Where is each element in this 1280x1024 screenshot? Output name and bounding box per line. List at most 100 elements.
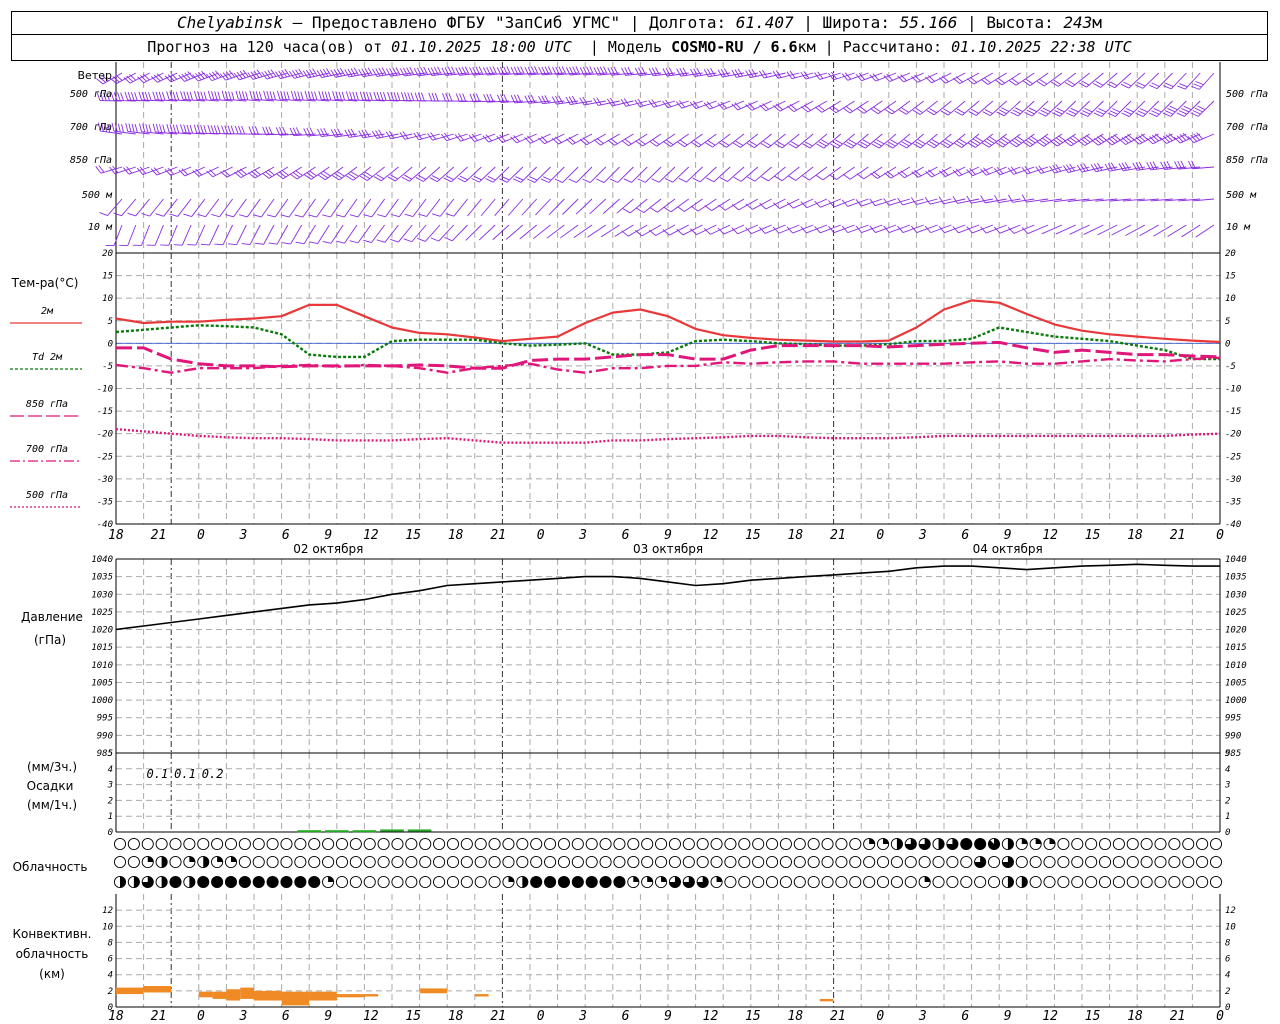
cloud-circle: [1209, 837, 1223, 851]
wind-barb-feather: [300, 91, 304, 101]
cloud-circle: [793, 837, 806, 851]
cloud-circle: [280, 837, 293, 851]
wind-barb-feather: [475, 93, 481, 102]
cloud-circle: [1071, 855, 1084, 869]
cloud-cover-symbol: [890, 837, 903, 851]
cloud-cover-symbol: [613, 855, 626, 869]
cloud-cover-symbol: [863, 837, 876, 851]
x-hour-label-mid: 21: [151, 528, 167, 543]
convective-cloud-bar: [116, 987, 144, 995]
wind-barb: [485, 166, 510, 183]
wind-barb: [690, 198, 717, 212]
wind-barb-feather: [211, 214, 220, 218]
wind-barb-staff: [643, 198, 662, 213]
wind-barb-feather: [373, 91, 377, 101]
y-tick-label-right: -5: [1225, 362, 1236, 372]
wind-barb-feather: [241, 125, 246, 135]
x-hour-label-mid: 12: [1042, 528, 1058, 543]
wind-barb-feather: [682, 67, 688, 76]
cloud-cover-symbol: [1057, 837, 1070, 851]
wind-barb-feather: [651, 178, 660, 183]
wind-barb-staff: [740, 133, 759, 148]
convective-cloud-bar: [226, 989, 241, 1001]
cloud-cover-symbol: [655, 837, 668, 851]
cloud-cover-symbol: [349, 837, 362, 851]
wind-barb-staff: [1072, 72, 1090, 88]
cloud-cover-symbol: [308, 855, 321, 869]
wind-barb: [582, 166, 607, 183]
convective-cloud-bar: [198, 991, 213, 998]
cloud-circle: [169, 855, 182, 869]
cloud-cover-symbol: [488, 855, 501, 869]
cloud-circle: [890, 875, 903, 889]
cloud-fill: [647, 876, 653, 882]
wind-barb-feather: [200, 243, 210, 246]
wind-barb-feather: [1165, 110, 1174, 115]
wind-barb-feather: [138, 91, 142, 101]
cloud-fill: [572, 876, 584, 888]
wind-barb-feather: [349, 91, 353, 100]
cloud-circle: [766, 855, 779, 869]
cloud-cover-symbol: [127, 875, 140, 889]
y-tick-label-right: -10: [1225, 385, 1241, 395]
y-tick-label-right: 10: [1225, 294, 1236, 304]
wind-barb-staff: [521, 198, 538, 216]
wind-barb-feather: [155, 91, 159, 101]
wind-barb-feather: [957, 108, 965, 114]
cloud-cover-symbol: [571, 837, 584, 851]
wind-barb-feather: [221, 90, 225, 100]
y-tick-label-left: 1040: [91, 555, 113, 565]
wind-barb: [234, 166, 261, 178]
cloud-circle: [1140, 855, 1153, 869]
x-hour-label-bottom: 6: [961, 1009, 969, 1024]
cloud-cover-symbol: [1001, 875, 1014, 889]
wind-barb-feather: [217, 91, 221, 101]
cloud-cover-symbol: [655, 855, 668, 869]
wind-barb-staff: [1017, 100, 1035, 117]
wind-barb-feather: [144, 91, 149, 101]
precip-value-label: 0.1: [147, 767, 169, 781]
wind-barb-staff: [409, 166, 427, 182]
y-tick-label-left: 3: [107, 781, 113, 791]
wind-barb: [568, 166, 593, 183]
cloud-circle: [1057, 855, 1070, 869]
cloud-cover-symbol: [682, 837, 695, 851]
y-tick-label-right: 1020: [1225, 626, 1247, 636]
wind-barb-staff: [602, 198, 620, 214]
x-hour-label-bottom: 21: [490, 1009, 506, 1024]
wind-barb-feather: [166, 123, 170, 133]
wind-barb-feather: [311, 91, 315, 100]
cloud-fill: [508, 876, 515, 882]
wind-barb: [814, 100, 842, 113]
wind-barb-feather: [428, 92, 433, 102]
wind-level-label-left: 850 гПа: [70, 155, 112, 166]
wind-barb-feather: [262, 126, 267, 135]
wind-barb-staff: [727, 166, 745, 182]
y-tick-label-left: -25: [97, 452, 113, 462]
wind-barb-feather: [266, 214, 276, 218]
wind-barb: [494, 198, 510, 216]
cloud-circle: [752, 855, 765, 869]
wind-barb: [322, 224, 344, 244]
cloud-cover-symbol: [599, 837, 612, 851]
cloud-circle: [835, 837, 848, 851]
y-tick-label-right: 4: [1225, 765, 1230, 775]
pressure-title: Давление: [21, 610, 83, 624]
wind-barb: [565, 133, 593, 145]
cloud-cover-symbol: [530, 855, 543, 869]
wind-barb-feather: [387, 91, 391, 101]
cloud-cover-symbol: [1098, 875, 1112, 889]
y-tick-label-right: 12: [1225, 906, 1236, 916]
wind-barb-staff: [367, 166, 385, 181]
wind-barb-staff: [1195, 224, 1215, 238]
cloud-circle: [1196, 855, 1209, 869]
cloud-circle: [974, 875, 987, 889]
convective-cloud-bar: [254, 990, 282, 1001]
wind-barb-feather: [829, 174, 837, 180]
cloud-cover-symbol: [1001, 837, 1014, 851]
y-tick-label-right: 8: [1225, 938, 1230, 948]
cloud-cover-symbol: [904, 875, 917, 889]
wind-level-label-right: 10 м: [1226, 222, 1251, 233]
y-tick-label-right: 1025: [1225, 608, 1247, 618]
cloud-cover-symbol: [793, 855, 806, 869]
